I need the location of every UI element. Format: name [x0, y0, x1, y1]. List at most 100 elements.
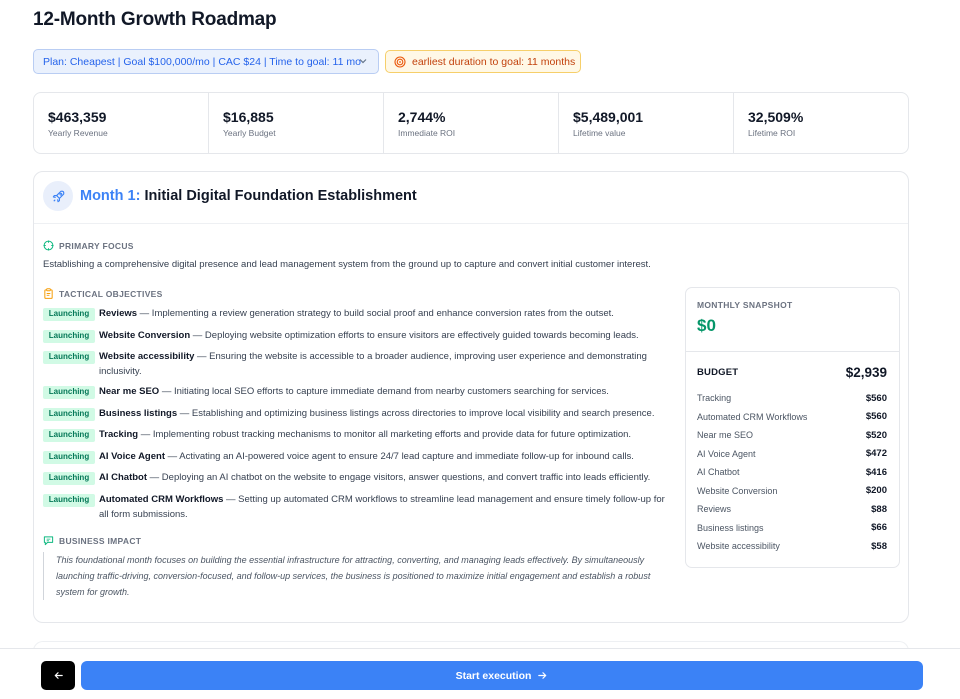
chevron-down-icon — [358, 56, 368, 66]
budget-item-amount: $66 — [871, 522, 887, 534]
objective-desc: — Initiating local SEO efforts to captur… — [159, 386, 609, 397]
budget-item-amount: $472 — [865, 448, 887, 460]
objective-desc: — Implementing a review generation strat… — [137, 308, 614, 319]
stat-label: Lifetime value — [573, 128, 626, 138]
budget-item-name: Reviews — [697, 504, 732, 515]
budget-item-name: AI Voice Agent — [697, 448, 756, 459]
list-item: Launching Website accessibility — Ensuri… — [43, 350, 668, 379]
stat-value: 32,509% — [748, 109, 804, 125]
budget-item-amount: $58 — [871, 540, 887, 552]
budget-item-name: AI Chatbot — [697, 467, 740, 478]
list-item: Launching Business listings — Establishi… — [43, 407, 668, 422]
stat-label: Yearly Revenue — [48, 128, 108, 138]
objective-name: Near me SEO — [99, 386, 160, 397]
stats-bar: $463,359 Yearly Revenue $16,885 Yearly B… — [33, 92, 909, 154]
objective-name: Tracking — [99, 429, 139, 440]
list-item: Launching Website Conversion — Deploying… — [43, 329, 668, 344]
start-execution-button[interactable]: Start execution — [81, 661, 923, 690]
budget-item: Business listings $66 — [697, 519, 887, 538]
objective-desc: — Establishing and optimizing business l… — [177, 408, 655, 419]
business-impact-heading: BUSINESS IMPACT — [43, 535, 141, 546]
budget-item: Website accessibility $58 — [697, 537, 887, 556]
list-item: Launching Automated CRM Workflows — Sett… — [43, 493, 668, 522]
objective-name: AI Chatbot — [99, 472, 148, 483]
status-badge: Launching — [43, 472, 95, 485]
budget-item-amount: $200 — [865, 485, 887, 497]
objective-name: Business listings — [99, 408, 178, 419]
budget-item-name: Website Conversion — [697, 485, 778, 496]
month-card: Month 1: Initial Digital Foundation Esta… — [33, 171, 909, 623]
budget-item: Reviews $88 — [697, 500, 887, 519]
objective-desc: — Implementing robust tracking mechanism… — [138, 429, 632, 440]
status-badge: Launching — [43, 494, 95, 507]
month-number: Month 1: — [80, 188, 141, 204]
budget-item: Website Conversion $200 — [697, 482, 887, 501]
objective-desc: — Deploying website optimization efforts… — [190, 330, 639, 341]
target-icon — [394, 55, 406, 68]
arrow-left-icon — [54, 672, 63, 679]
objective-desc: — Deploying an AI chatbot on the website… — [147, 472, 651, 483]
list-item: Launching Reviews — Implementing a revie… — [43, 307, 668, 322]
objective-name: Website Conversion — [99, 330, 191, 341]
list-item: Launching Tracking — Implementing robust… — [43, 428, 668, 443]
stat-label: Immediate ROI — [398, 128, 456, 138]
list-item: Launching Near me SEO — Initiating local… — [43, 385, 668, 400]
crosshair-icon — [43, 240, 54, 251]
budget-item-amount: $416 — [865, 466, 887, 478]
stat-lifetime-value: $5,489,001 Lifetime value — [559, 93, 734, 153]
stat-value: 2,744% — [398, 109, 446, 125]
budget-item: Near me SEO $520 — [697, 426, 887, 445]
snapshot-value: $0 — [697, 316, 716, 335]
business-impact-text: This foundational month focuses on build… — [43, 552, 663, 600]
month-title: Month 1: Initial Digital Foundation Esta… — [80, 188, 417, 204]
status-badge: Launching — [43, 429, 95, 442]
page-title: 12-Month Growth Roadmap — [33, 9, 277, 30]
budget-item-amount: $560 — [865, 392, 887, 404]
budget-item-name: Automated CRM Workflows — [697, 411, 808, 422]
stat-yearly-revenue: $463,359 Yearly Revenue — [34, 93, 209, 153]
goal-duration-badge: earliest duration to goal: 11 months — [385, 50, 581, 73]
primary-focus-label: PRIMARY FOCUS — [59, 240, 134, 251]
month-card-header: Month 1: Initial Digital Foundation Esta… — [34, 172, 908, 224]
primary-focus-heading: PRIMARY FOCUS — [43, 240, 134, 251]
budget-item-name: Business listings — [697, 522, 764, 533]
objective-name: Website accessibility — [99, 351, 195, 362]
budget-header: BUDGET $2,939 — [686, 352, 899, 380]
list-item: Launching AI Chatbot — Deploying an AI c… — [43, 471, 668, 486]
footer-bar: Start execution — [0, 648, 960, 699]
budget-list: Tracking $560 Automated CRM Workflows $560… — [686, 380, 899, 556]
rocket-icon — [43, 181, 73, 211]
plan-select-value: Plan: Cheapest | Goal $100,000/mo | CAC … — [43, 55, 361, 68]
stat-yearly-budget: $16,885 Yearly Budget — [209, 93, 384, 153]
monthly-snapshot-panel: MONTHLY SNAPSHOT $0 BUDGET $2,939 Tracki… — [685, 287, 900, 568]
plan-select[interactable]: Plan: Cheapest | Goal $100,000/mo | CAC … — [33, 49, 379, 74]
budget-item: AI Voice Agent $472 — [697, 445, 887, 464]
stat-lifetime-roi: 32,509% Lifetime ROI — [734, 93, 908, 153]
budget-item-amount: $520 — [865, 429, 887, 441]
stat-immediate-roi: 2,744% Immediate ROI — [384, 93, 559, 153]
clipboard-icon — [44, 288, 53, 299]
back-button[interactable] — [41, 661, 75, 690]
tactical-objectives-heading: TACTICAL OBJECTIVES — [43, 288, 163, 299]
budget-total: $2,939 — [845, 365, 887, 380]
budget-item-amount: $560 — [865, 411, 887, 423]
stat-label: Yearly Budget — [223, 128, 276, 138]
stat-value: $463,359 — [48, 109, 107, 125]
budget-item-name: Tracking — [697, 393, 732, 404]
message-icon — [43, 536, 54, 546]
status-badge: Launching — [43, 451, 95, 464]
stat-label: Lifetime ROI — [748, 128, 796, 138]
objective-name: AI Voice Agent — [99, 451, 165, 462]
objective-name: Reviews — [99, 308, 138, 319]
goal-duration-text: earliest duration to goal: 11 months — [412, 55, 576, 68]
start-execution-label: Start execution — [455, 669, 532, 682]
status-badge: Launching — [43, 330, 95, 343]
tactical-objectives-label: TACTICAL OBJECTIVES — [59, 288, 163, 299]
month-name: Initial Digital Foundation Establishment — [144, 188, 417, 204]
stat-value: $5,489,001 — [573, 109, 644, 125]
budget-item: Automated CRM Workflows $560 — [697, 408, 887, 427]
status-badge: Launching — [43, 351, 95, 364]
list-item: Launching AI Voice Agent — Activating an… — [43, 450, 668, 465]
status-badge: Launching — [43, 308, 95, 321]
budget-item-name: Website accessibility — [697, 541, 780, 552]
